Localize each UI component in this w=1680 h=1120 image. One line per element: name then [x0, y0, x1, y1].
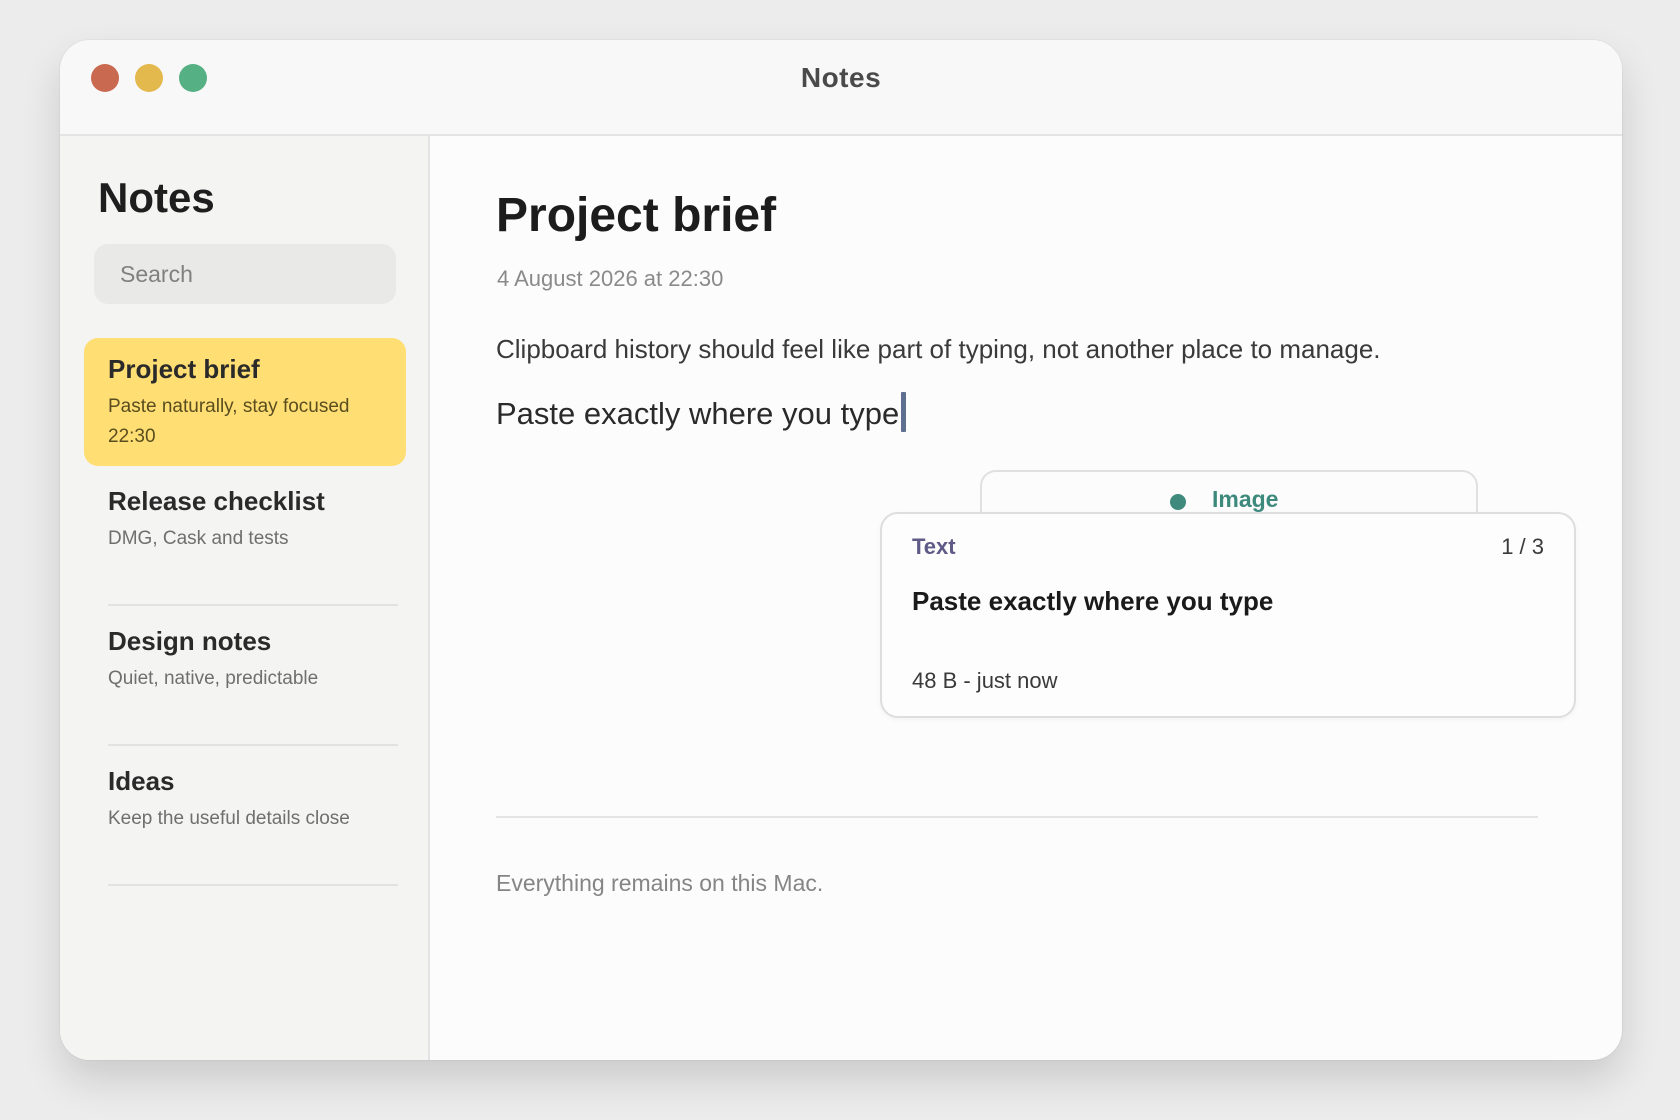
note-time: 22:30 — [108, 426, 156, 447]
sidebar-title: Notes — [98, 174, 215, 221]
note-subtitle: Quiet, native, predictable — [108, 668, 319, 689]
note-subtitle: Paste naturally, stay focused — [108, 396, 350, 417]
clipboard-card-meta: 48 B - just now — [912, 668, 1058, 693]
title-bar: Notes — [60, 40, 1622, 136]
typing-line-text: Paste exactly where you type — [496, 396, 900, 431]
note-item-design-notes[interactable]: Design notes Quiet, native, predictable — [84, 616, 406, 716]
sidebar: Notes Project brief Paste naturally, sta… — [60, 136, 430, 1060]
note-item-project-brief[interactable]: Project brief Paste naturally, stay focu… — [84, 338, 406, 466]
note-editor[interactable]: Project brief 4 August 2026 at 22:30 Cli… — [430, 136, 1622, 1060]
document-footer[interactable]: Everything remains on this Mac. — [496, 870, 823, 897]
note-subtitle: DMG, Cask and tests — [108, 528, 289, 549]
clipboard-card-type: Image — [1212, 486, 1279, 512]
clipboard-card-content: Paste exactly where you type — [912, 586, 1274, 616]
window-title: Notes — [800, 62, 882, 93]
search-input[interactable] — [94, 244, 396, 304]
note-title: Release checklist — [108, 486, 325, 516]
document-title[interactable]: Project brief — [496, 188, 776, 243]
content-divider — [496, 816, 1538, 818]
clipboard-card-position: 1 / 3 — [1501, 534, 1544, 559]
image-type-dot-icon — [1170, 494, 1186, 510]
note-title: Ideas — [108, 766, 175, 796]
app-window: Notes Notes Project brief Paste naturall… — [60, 40, 1622, 1060]
clipboard-card-text[interactable]: Text 1 / 3 Paste exactly where you type … — [880, 512, 1576, 718]
note-title: Project brief — [108, 354, 260, 384]
note-item-ideas[interactable]: Ideas Keep the useful details close — [84, 756, 406, 856]
document-date: 4 August 2026 at 22:30 — [497, 266, 724, 291]
note-divider — [108, 744, 398, 746]
note-title: Design notes — [108, 626, 272, 656]
note-item-release-checklist[interactable]: Release checklist DMG, Cask and tests — [84, 476, 406, 576]
document-paragraph[interactable]: Clipboard history should feel like part … — [496, 334, 1381, 365]
clipboard-card-type: Text — [912, 534, 956, 559]
note-divider — [108, 884, 398, 886]
note-divider — [108, 604, 398, 606]
document-typing-line[interactable]: Paste exactly where you type — [496, 392, 907, 432]
note-subtitle: Keep the useful details close — [108, 808, 350, 829]
text-caret — [901, 392, 907, 432]
